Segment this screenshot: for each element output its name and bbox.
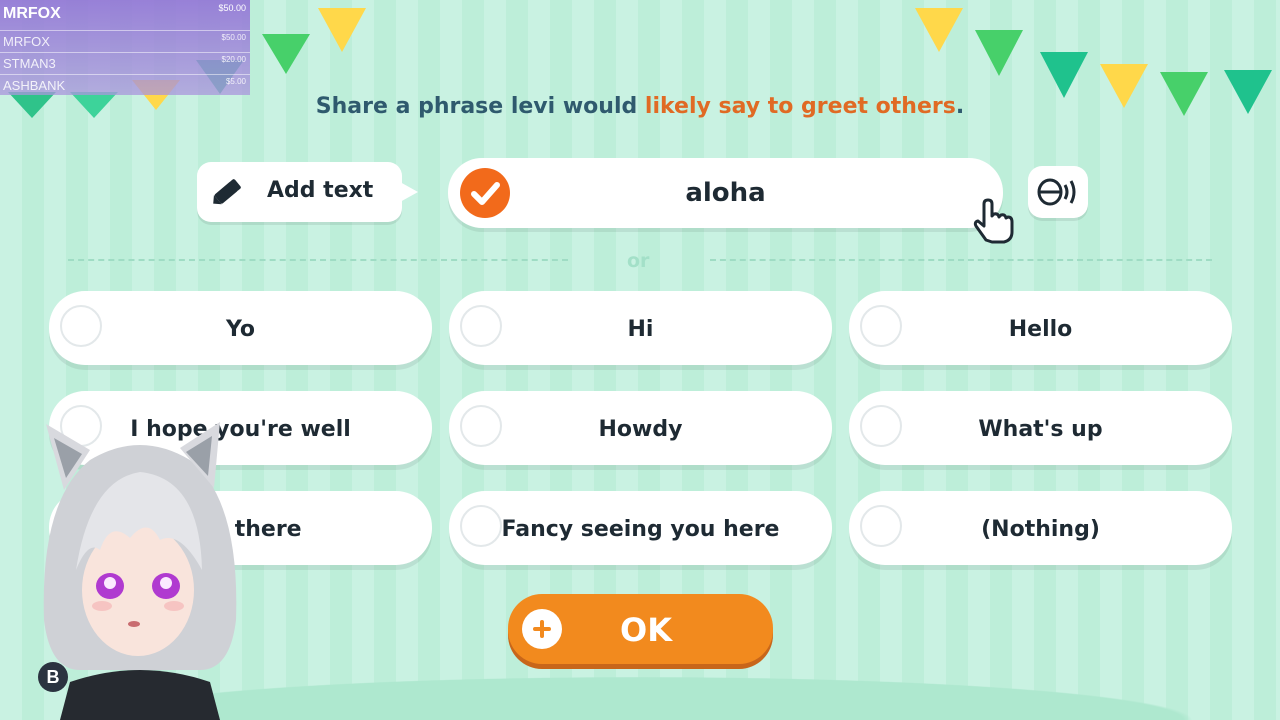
leaderboard-top-name: MRFOX (3, 5, 61, 22)
prompt-suffix: . (955, 94, 965, 119)
prompt-prefix: Share a phrase levi would (315, 94, 638, 119)
option-label: Fancy seeing you here (501, 517, 780, 542)
plus-icon (522, 609, 562, 649)
option-label: Yo (225, 317, 256, 342)
option-button[interactable]: Fancy seeing you here (449, 491, 832, 565)
option-button[interactable]: Hi (449, 291, 832, 365)
custom-answer-option[interactable]: aloha (448, 158, 1003, 228)
divider-right (710, 259, 1212, 261)
voice-icon (1037, 178, 1076, 206)
option-label: Hi (627, 317, 654, 342)
game-scene: MRFOX $50.00 MRFOX $50.00 STMAN3 $20.00 … (0, 0, 1280, 720)
leaderboard-amount: $20.00 (221, 55, 246, 64)
ok-label: OK (620, 611, 672, 649)
option-button[interactable]: Hello (849, 291, 1232, 365)
option-label: Howdy (598, 417, 683, 442)
option-button[interactable]: What's up (849, 391, 1232, 465)
leaderboard-row: STMAN3 $20.00 (0, 52, 250, 74)
leaderboard-top-amount: $50.00 (218, 3, 246, 13)
prompt-highlight: likely say to greet others (644, 94, 956, 119)
option-label: (Nothing) (981, 517, 1100, 542)
leaderboard-name: ASHBANK (3, 78, 66, 93)
option-button[interactable]: Howdy (449, 391, 832, 465)
voice-button[interactable] (1028, 166, 1088, 218)
b-button-hint: B (38, 662, 68, 692)
option-button[interactable]: Yo (49, 291, 432, 365)
add-text-label: Add text (267, 178, 374, 203)
leaderboard-name: MRFOX (3, 34, 50, 49)
ok-button[interactable]: OK (508, 594, 773, 664)
donation-leaderboard: MRFOX $50.00 MRFOX $50.00 STMAN3 $20.00 … (0, 0, 250, 95)
or-label: or (627, 250, 650, 272)
leaderboard-row: ASHBANK $5.00 (0, 74, 250, 96)
option-label: Hello (1008, 317, 1073, 342)
option-button[interactable]: (Nothing) (849, 491, 1232, 565)
divider-left (68, 259, 568, 261)
option-label: What's up (978, 417, 1103, 442)
question-prompt: Share a phrase levi would likely say to … (0, 94, 1280, 119)
pencil-icon (213, 179, 241, 205)
custom-answer-text: aloha (685, 178, 766, 208)
add-text-button[interactable]: Add text (197, 162, 418, 222)
leaderboard-name: STMAN3 (3, 56, 56, 71)
hand-cursor-icon (973, 198, 1014, 244)
leaderboard-amount: $50.00 (221, 33, 246, 42)
leaderboard-amount: $5.00 (225, 77, 246, 86)
leaderboard-row: MRFOX $50.00 (0, 30, 250, 52)
